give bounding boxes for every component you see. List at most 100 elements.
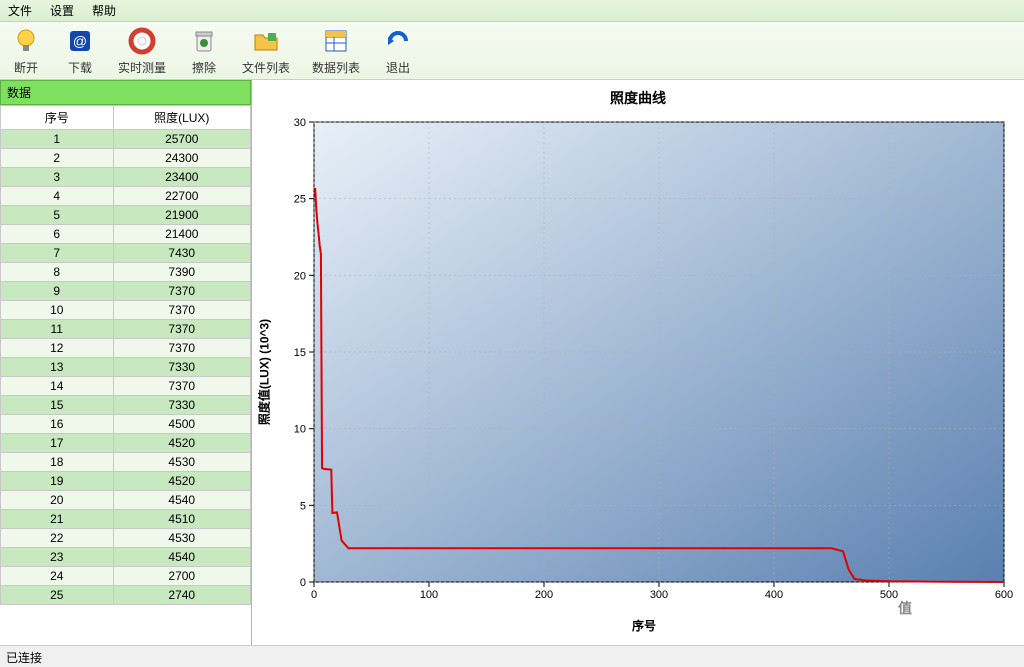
exit-icon — [382, 25, 414, 57]
status-bar: 已连接 — [0, 645, 1024, 667]
svg-text:20: 20 — [294, 270, 306, 282]
cell-lux: 7370 — [113, 339, 251, 358]
cell-seq: 13 — [1, 358, 114, 377]
col-lux-header[interactable]: 照度(LUX) — [113, 106, 251, 130]
table-row[interactable]: 242700 — [1, 567, 251, 586]
cell-lux: 24300 — [113, 149, 251, 168]
cell-lux: 7370 — [113, 320, 251, 339]
table-row[interactable]: 127370 — [1, 339, 251, 358]
panel-title: 数据 — [0, 80, 251, 105]
cell-lux: 2700 — [113, 567, 251, 586]
cell-seq: 20 — [1, 491, 114, 510]
clear-button[interactable]: 擦除 — [188, 25, 220, 76]
disconnect-button[interactable]: 断开 — [10, 25, 42, 76]
table-row[interactable]: 252740 — [1, 586, 251, 605]
exit-label: 退出 — [386, 59, 410, 76]
cell-seq: 9 — [1, 282, 114, 301]
cell-lux: 4520 — [113, 434, 251, 453]
table-row[interactable]: 97370 — [1, 282, 251, 301]
datalist-button[interactable]: 数据列表 — [312, 25, 360, 76]
datalist-label: 数据列表 — [312, 59, 360, 76]
menu-help[interactable]: 帮助 — [92, 2, 116, 19]
svg-text:15: 15 — [294, 347, 306, 359]
svg-text:100: 100 — [420, 589, 438, 601]
cell-seq: 22 — [1, 529, 114, 548]
table-row[interactable]: 164500 — [1, 415, 251, 434]
cell-lux: 22700 — [113, 187, 251, 206]
cell-lux: 7330 — [113, 358, 251, 377]
cell-seq: 1 — [1, 130, 114, 149]
chart-panel: 照度曲线 照度值(LUX) (10^3) 0100200300400500600… — [252, 80, 1024, 645]
table-row[interactable]: 214510 — [1, 510, 251, 529]
toolbar: 断开 @ 下载 实时测量 擦除 文件列表 数据列表 退出 — [0, 22, 1024, 80]
col-seq-header[interactable]: 序号 — [1, 106, 114, 130]
table-row[interactable]: 234540 — [1, 548, 251, 567]
chart-xlabel: 序号 — [274, 617, 1014, 634]
trash-icon — [188, 25, 220, 57]
table-row[interactable]: 194520 — [1, 472, 251, 491]
cell-lux: 25700 — [113, 130, 251, 149]
svg-text:200: 200 — [535, 589, 553, 601]
table-row[interactable]: 137330 — [1, 358, 251, 377]
data-table-scroll[interactable]: 序号 照度(LUX) 12570022430032340042270052190… — [0, 105, 251, 645]
exit-button[interactable]: 退出 — [382, 25, 414, 76]
cell-seq: 2 — [1, 149, 114, 168]
menu-bar: 文件 设置 帮助 — [0, 0, 1024, 22]
cell-seq: 3 — [1, 168, 114, 187]
cell-lux: 21400 — [113, 225, 251, 244]
cell-seq: 7 — [1, 244, 114, 263]
table-row[interactable]: 107370 — [1, 301, 251, 320]
svg-text:600: 600 — [995, 589, 1013, 601]
cell-lux: 7330 — [113, 396, 251, 415]
svg-text:5: 5 — [300, 500, 306, 512]
chart-title: 照度曲线 — [256, 84, 1020, 112]
disconnect-label: 断开 — [14, 59, 38, 76]
cell-lux: 23400 — [113, 168, 251, 187]
cell-seq: 17 — [1, 434, 114, 453]
table-row[interactable]: 323400 — [1, 168, 251, 187]
cell-seq: 24 — [1, 567, 114, 586]
table-row[interactable]: 621400 — [1, 225, 251, 244]
download-button[interactable]: @ 下载 — [64, 25, 96, 76]
folder-icon — [250, 25, 282, 57]
svg-text:@: @ — [73, 33, 87, 49]
table-row[interactable]: 184530 — [1, 453, 251, 472]
cell-seq: 16 — [1, 415, 114, 434]
data-panel: 数据 序号 照度(LUX) 12570022430032340042270052… — [0, 80, 252, 645]
svg-text:0: 0 — [311, 589, 317, 601]
table-row[interactable]: 422700 — [1, 187, 251, 206]
table-row[interactable]: 117370 — [1, 320, 251, 339]
table-row[interactable]: 147370 — [1, 377, 251, 396]
table-row[interactable]: 157330 — [1, 396, 251, 415]
cell-lux: 7430 — [113, 244, 251, 263]
cell-seq: 11 — [1, 320, 114, 339]
table-row[interactable]: 174520 — [1, 434, 251, 453]
svg-text:400: 400 — [765, 589, 783, 601]
cell-lux: 4530 — [113, 453, 251, 472]
table-row[interactable]: 224300 — [1, 149, 251, 168]
menu-settings[interactable]: 设置 — [50, 2, 74, 19]
cell-lux: 7390 — [113, 263, 251, 282]
download-label: 下载 — [68, 59, 92, 76]
cell-seq: 18 — [1, 453, 114, 472]
filelist-button[interactable]: 文件列表 — [242, 25, 290, 76]
cell-lux: 4510 — [113, 510, 251, 529]
cell-lux: 7370 — [113, 301, 251, 320]
svg-text:500: 500 — [880, 589, 898, 601]
table-row[interactable]: 521900 — [1, 206, 251, 225]
cell-seq: 19 — [1, 472, 114, 491]
cell-seq: 5 — [1, 206, 114, 225]
lifebuoy-icon — [126, 25, 158, 57]
cell-lux: 7370 — [113, 377, 251, 396]
realtime-button[interactable]: 实时测量 — [118, 25, 166, 76]
filelist-label: 文件列表 — [242, 59, 290, 76]
cell-seq: 12 — [1, 339, 114, 358]
table-row[interactable]: 125700 — [1, 130, 251, 149]
table-row[interactable]: 224530 — [1, 529, 251, 548]
bulb-icon — [10, 25, 42, 57]
table-row[interactable]: 87390 — [1, 263, 251, 282]
menu-file[interactable]: 文件 — [8, 2, 32, 19]
table-row[interactable]: 204540 — [1, 491, 251, 510]
svg-text:30: 30 — [294, 117, 306, 129]
table-row[interactable]: 77430 — [1, 244, 251, 263]
